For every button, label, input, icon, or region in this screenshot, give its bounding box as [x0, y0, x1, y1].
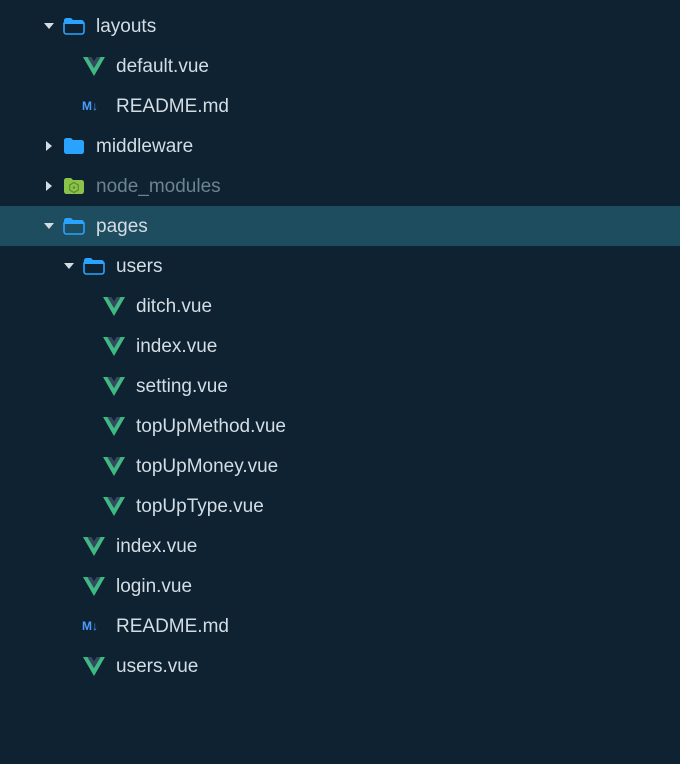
tree-item-label: index.vue — [136, 337, 217, 356]
vue-file-icon — [102, 496, 126, 516]
tree-item-label: users — [116, 257, 162, 276]
tree-item-label: README.md — [116, 617, 229, 636]
tree-item[interactable]: layouts — [0, 6, 680, 46]
tree-item[interactable]: index.vue — [0, 526, 680, 566]
tree-item-label: default.vue — [116, 57, 209, 76]
tree-item[interactable]: middleware — [0, 126, 680, 166]
markdown-file-icon: M↓ — [82, 99, 106, 113]
tree-item-label: setting.vue — [136, 377, 228, 396]
tree-item-label: ditch.vue — [136, 297, 212, 316]
chevron-down-icon[interactable] — [62, 262, 76, 270]
tree-item[interactable]: index.vue — [0, 326, 680, 366]
chevron-down-icon[interactable] — [42, 222, 56, 230]
tree-item[interactable]: setting.vue — [0, 366, 680, 406]
chevron-right-icon[interactable] — [42, 181, 56, 191]
vue-file-icon — [102, 416, 126, 436]
tree-item-label: topUpType.vue — [136, 497, 264, 516]
tree-item[interactable]: M↓ README.md — [0, 606, 680, 646]
folder-open-icon — [62, 217, 86, 235]
tree-item[interactable]: M↓ README.md — [0, 86, 680, 126]
vue-file-icon — [82, 536, 106, 556]
vue-file-icon — [82, 656, 106, 676]
tree-item-label: middleware — [96, 137, 193, 156]
tree-item[interactable]: topUpMethod.vue — [0, 406, 680, 446]
file-tree: layouts default.vue M↓ README.md middleware n… — [0, 0, 680, 686]
vue-file-icon — [102, 296, 126, 316]
tree-item-label: layouts — [96, 17, 156, 36]
tree-item[interactable]: ditch.vue — [0, 286, 680, 326]
markdown-file-icon: M↓ — [82, 619, 106, 633]
folder-icon — [62, 137, 86, 155]
svg-text:M↓: M↓ — [82, 619, 98, 633]
tree-item[interactable]: login.vue — [0, 566, 680, 606]
svg-text:M↓: M↓ — [82, 99, 98, 113]
chevron-down-icon[interactable] — [42, 22, 56, 30]
node-modules-icon — [62, 177, 86, 195]
tree-item-label: index.vue — [116, 537, 197, 556]
vue-file-icon — [102, 336, 126, 356]
tree-item-label: users.vue — [116, 657, 198, 676]
vue-file-icon — [82, 576, 106, 596]
tree-item[interactable]: default.vue — [0, 46, 680, 86]
tree-item[interactable]: node_modules — [0, 166, 680, 206]
tree-item[interactable]: users — [0, 246, 680, 286]
tree-item[interactable]: users.vue — [0, 646, 680, 686]
tree-item-label: topUpMoney.vue — [136, 457, 278, 476]
chevron-right-icon[interactable] — [42, 141, 56, 151]
vue-file-icon — [82, 56, 106, 76]
tree-item[interactable]: topUpType.vue — [0, 486, 680, 526]
vue-file-icon — [102, 376, 126, 396]
folder-open-icon — [82, 257, 106, 275]
tree-item-label: login.vue — [116, 577, 192, 596]
tree-item-label: README.md — [116, 97, 229, 116]
tree-item[interactable]: topUpMoney.vue — [0, 446, 680, 486]
folder-open-icon — [62, 17, 86, 35]
tree-item[interactable]: pages — [0, 206, 680, 246]
tree-item-label: topUpMethod.vue — [136, 417, 286, 436]
tree-item-label: node_modules — [96, 177, 221, 196]
vue-file-icon — [102, 456, 126, 476]
tree-item-label: pages — [96, 217, 148, 236]
